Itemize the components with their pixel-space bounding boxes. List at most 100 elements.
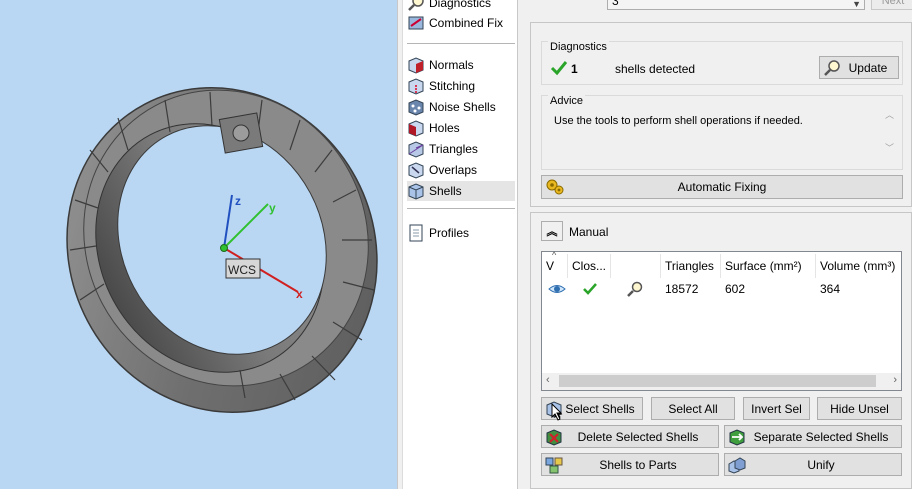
delete-selected-shells-button[interactable]: Delete Selected Shells <box>541 425 719 448</box>
scrollbar-thumb[interactable] <box>559 375 876 387</box>
tool-label: Triangles <box>429 142 478 156</box>
table-row[interactable]: 18572 602 364 <box>542 278 901 300</box>
col-header-triangles[interactable]: Triangles <box>661 254 721 278</box>
update-button[interactable]: Update <box>819 56 899 79</box>
tool-stitching[interactable]: Stitching <box>407 76 515 96</box>
holes-cube-icon <box>407 119 425 137</box>
diagnostics-group: Diagnostics 1 shells detected Update <box>541 41 903 85</box>
diagnostics-title: Diagnostics <box>548 41 609 53</box>
wcs-label: WCS <box>228 263 256 277</box>
shells-table: V Clos... Triangles Surface (mm²) Volume… <box>541 250 902 391</box>
tool-combined-fix[interactable]: Combined Fix <box>407 13 515 33</box>
unify-cube-icon <box>728 456 746 474</box>
header-text: Volume (mm³) <box>820 259 896 273</box>
hide-unsel-button[interactable]: Hide Unsel <box>817 397 902 420</box>
advice-group: Advice Use the tools to perform shell op… <box>541 95 903 170</box>
table-horizontal-scrollbar[interactable]: ‹ › <box>542 373 901 390</box>
header-text: Surface (mm²) <box>725 259 802 273</box>
header-text: Triangles <box>665 259 714 273</box>
ring-model: x y z WCS <box>66 87 378 413</box>
axis-x-label: x <box>296 287 303 301</box>
sort-up-icon: ^ <box>552 250 557 260</box>
tool-diagnostics[interactable]: Diagnostics <box>407 0 515 13</box>
separate-selected-shells-button[interactable]: Separate Selected Shells <box>724 425 902 448</box>
profiles-page-icon <box>407 224 425 242</box>
magnifier-icon <box>407 0 425 12</box>
col-header-volume[interactable]: Volume (mm³) <box>816 254 901 278</box>
automatic-fixing-label: Automatic Fixing <box>677 180 767 194</box>
select-all-label: Select All <box>668 401 718 416</box>
tool-shells[interactable]: Shells <box>407 181 515 201</box>
tool-profiles[interactable]: Profiles <box>407 223 515 243</box>
tool-label: Shells <box>429 184 462 198</box>
shells-panel: 3 ▼ Next Diagnostics 1 shells detected U… <box>518 0 912 489</box>
invert-sel-label: Invert Sel <box>751 401 802 416</box>
tool-holes[interactable]: Holes <box>407 118 515 138</box>
separate-selected-label: Separate Selected Shells <box>753 429 889 444</box>
diagnostics-panel: Diagnostics 1 shells detected Update Adv… <box>530 22 912 207</box>
separator <box>407 43 515 44</box>
col-header-closed[interactable]: Clos... <box>568 254 611 278</box>
separator <box>407 208 515 209</box>
unify-button[interactable]: Unify <box>724 453 902 476</box>
hide-unsel-label: Hide Unsel <box>830 401 889 416</box>
tool-label: Stitching <box>429 79 476 93</box>
shells-to-parts-label: Shells to Parts <box>599 457 677 472</box>
check-icon <box>550 60 568 79</box>
eye-icon[interactable] <box>548 282 566 299</box>
shell-select-combo[interactable]: 3 ▼ <box>607 0 865 10</box>
combined-fix-icon <box>407 14 425 32</box>
cell-surface: 602 <box>725 282 746 296</box>
tool-label: Noise Shells <box>429 100 496 114</box>
col-header-surface[interactable]: Surface (mm²) <box>721 254 816 278</box>
combo-value: 3 <box>612 0 619 8</box>
header-text: Clos... <box>572 259 607 273</box>
next-button[interactable]: Next <box>871 0 912 10</box>
chevron-down-icon: ▼ <box>852 0 861 9</box>
advice-title: Advice <box>548 95 586 107</box>
cell-triangles: 18572 <box>665 282 699 296</box>
mouse-cursor-icon <box>551 402 563 424</box>
delete-selected-label: Delete Selected Shells <box>577 429 699 444</box>
delete-cube-icon <box>545 428 563 446</box>
tool-noise-shells[interactable]: Noise Shells <box>407 97 515 117</box>
update-label: Update <box>848 60 888 75</box>
tool-triangles[interactable]: Triangles <box>407 139 515 159</box>
header-text: V <box>546 259 555 273</box>
shells-cube-icon <box>407 182 425 200</box>
shells-detected-text: shells detected <box>615 62 696 76</box>
tool-normals[interactable]: Normals <box>407 55 515 75</box>
tool-list: Diagnostics Combined Fix Normals Stitchi… <box>403 0 518 489</box>
3d-viewport[interactable]: x y z WCS <box>0 0 397 489</box>
shells-to-parts-icon <box>545 456 563 474</box>
tool-label: Holes <box>429 121 460 135</box>
normals-cube-icon <box>407 56 425 74</box>
overlaps-cube-icon <box>407 161 425 179</box>
tool-label: Profiles <box>429 226 470 240</box>
gears-icon <box>545 178 564 196</box>
stitching-cube-icon <box>407 77 425 95</box>
scroll-right-icon[interactable]: › <box>893 374 897 386</box>
advice-text: Use the tools to perform shell operation… <box>554 115 803 127</box>
scroll-left-icon[interactable]: ‹ <box>546 374 550 386</box>
tool-label: Diagnostics <box>429 0 492 10</box>
noise-shells-icon <box>407 98 425 116</box>
tool-label: Normals <box>429 58 474 72</box>
shells-to-parts-button[interactable]: Shells to Parts <box>541 453 719 476</box>
select-all-button[interactable]: Select All <box>651 397 735 420</box>
invert-sel-button[interactable]: Invert Sel <box>743 397 810 420</box>
manual-panel: ︽ Manual V Clos... Triangles Surface (mm… <box>530 212 912 489</box>
zoom-magnifier-icon[interactable] <box>626 281 644 302</box>
tool-label: Combined Fix <box>429 16 504 30</box>
col-header-zoom[interactable] <box>611 254 661 278</box>
axis-y-label: y <box>269 201 276 215</box>
unify-label: Unify <box>807 457 835 472</box>
advice-scrollbar[interactable]: ︿ ﹀ <box>884 108 896 154</box>
collapse-manual-button[interactable]: ︽ <box>541 221 563 241</box>
cell-volume: 364 <box>820 282 841 296</box>
tool-overlaps[interactable]: Overlaps <box>407 160 515 180</box>
automatic-fixing-button[interactable]: Automatic Fixing <box>541 175 903 199</box>
tool-label: Overlaps <box>429 163 478 177</box>
shell-count: 1 <box>571 62 578 76</box>
double-chevron-up-icon: ︽ <box>546 226 558 238</box>
